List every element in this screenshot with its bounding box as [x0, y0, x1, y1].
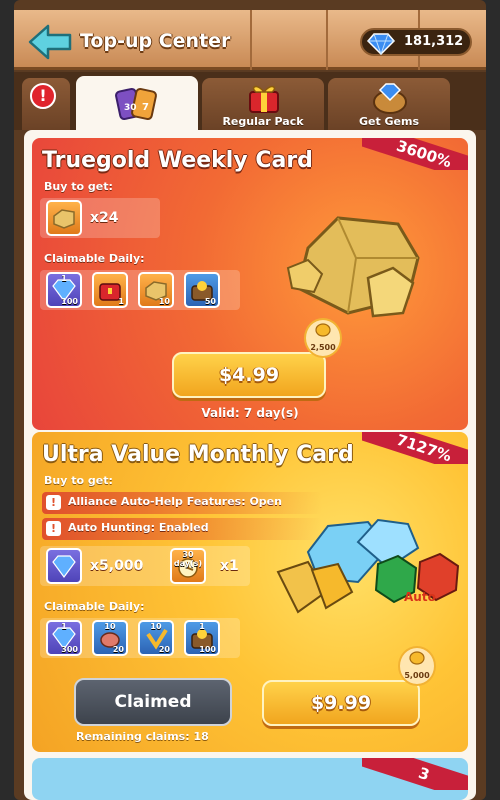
item-top: 10: [104, 622, 116, 631]
content-panel: Truegold Weekly Card 3600% Buy to get: x…: [24, 130, 476, 800]
back-arrow-icon: [28, 24, 72, 60]
cards-icon: 30 7: [115, 87, 157, 121]
coin-icon: [409, 651, 425, 665]
item-qty: 1: [118, 297, 124, 306]
remaining-claims: Remaining claims: 18: [76, 730, 209, 743]
item-top: 1: [61, 622, 67, 631]
back-button[interactable]: [28, 24, 72, 60]
feature-text: Alliance Auto-Help Features: Open: [68, 495, 282, 508]
truegold-item[interactable]: [46, 200, 82, 236]
item-qty: 50: [204, 297, 216, 306]
gem-item[interactable]: [46, 548, 82, 584]
tab-label: Regular Pack: [222, 115, 304, 128]
buy-weekly-button[interactable]: $4.99: [172, 352, 326, 398]
next-card: 3: [32, 758, 468, 800]
gem-balance[interactable]: 181,312: [360, 28, 472, 56]
pass-item[interactable]: 30 day(s): [170, 548, 206, 584]
item-qty: 100: [61, 297, 78, 306]
item-qty: 10: [158, 297, 170, 306]
card-title: Truegold Weekly Card: [42, 148, 313, 173]
tab-label: Get Gems: [358, 115, 420, 128]
tab-regular-pack[interactable]: Regular Pack: [202, 78, 324, 130]
page-title: Top-up Center: [80, 30, 231, 52]
coin-icon: [315, 323, 331, 337]
coin-amount: 2,500: [310, 343, 336, 352]
tab-get-gems[interactable]: Get Gems: [328, 78, 450, 130]
card-title: Ultra Value Monthly Card: [42, 442, 354, 467]
value-badge: 3: [362, 758, 468, 790]
item-top: 10: [150, 622, 162, 631]
svg-text:7: 7: [142, 102, 149, 113]
value-badge: 3600%: [362, 138, 468, 170]
item-top: 1: [61, 274, 67, 283]
value-ribbon: 3600%: [362, 138, 468, 170]
item-top: 1: [199, 622, 205, 631]
daily-item[interactable]: 1: [92, 272, 128, 308]
daily-item[interactable]: 10 20: [138, 620, 174, 656]
daily-item[interactable]: 1 100: [184, 620, 220, 656]
item-top: 30 day(s): [173, 550, 203, 568]
truegold-icon: [53, 209, 75, 229]
gem-bag-icon: [373, 83, 407, 114]
daily-item[interactable]: 1 300: [46, 620, 82, 656]
gem-qty: x5,000: [90, 558, 144, 574]
monthly-card: Ultra Value Monthly Card 7127% Buy to ge…: [32, 432, 468, 752]
exclamation-icon: !: [46, 521, 61, 536]
daily-item[interactable]: 10: [138, 272, 174, 308]
daily-label: Claimable Daily:: [44, 600, 145, 613]
coin-reward: 5,000: [398, 646, 436, 686]
buy-monthly-button[interactable]: $9.99: [262, 680, 420, 726]
weekly-card: Truegold Weekly Card 3600% Buy to get: x…: [32, 138, 468, 430]
value-badge: 7127%: [362, 432, 468, 464]
daily-item[interactable]: 10 20: [92, 620, 128, 656]
daily-item[interactable]: 50: [184, 272, 220, 308]
svg-text:30: 30: [124, 103, 137, 113]
item-qty: 100: [199, 645, 216, 654]
buy-label: Buy to get:: [44, 474, 113, 487]
feature-row: ! Alliance Auto-Help Features: Open: [42, 492, 322, 514]
claimed-button[interactable]: Claimed: [74, 678, 232, 726]
truegold-pile-icon: [286, 216, 420, 318]
gem-icon: [52, 555, 76, 579]
buy-qty: x24: [90, 210, 119, 226]
item-qty: 300: [61, 645, 78, 654]
item-qty: 20: [158, 645, 170, 654]
buy-label: Buy to get:: [44, 180, 113, 193]
feature-text: Auto Hunting: Enabled: [68, 521, 209, 534]
gift-icon: [249, 85, 279, 113]
auto-label: Auto: [404, 590, 436, 604]
daily-label: Claimable Daily:: [44, 252, 145, 265]
item-qty: 20: [112, 645, 124, 654]
daily-item[interactable]: 1 100: [46, 272, 82, 308]
tab-cards[interactable]: 30 7: [76, 76, 198, 132]
value-ribbon: 7127%: [362, 432, 468, 464]
value-ribbon: 3: [362, 758, 468, 790]
header-divider: [326, 10, 328, 70]
pass-qty: x1: [220, 558, 239, 574]
gem-count: 181,312: [404, 34, 464, 49]
gem-bundle-icon: [276, 518, 460, 614]
alert-badge: !: [30, 83, 56, 109]
coin-amount: 5,000: [404, 671, 430, 680]
coin-reward: 2,500: [304, 318, 342, 358]
exclamation-icon: !: [46, 495, 61, 510]
header-divider: [250, 10, 252, 70]
gem-icon: [366, 33, 396, 55]
validity-text: Valid: 7 day(s): [201, 406, 299, 420]
